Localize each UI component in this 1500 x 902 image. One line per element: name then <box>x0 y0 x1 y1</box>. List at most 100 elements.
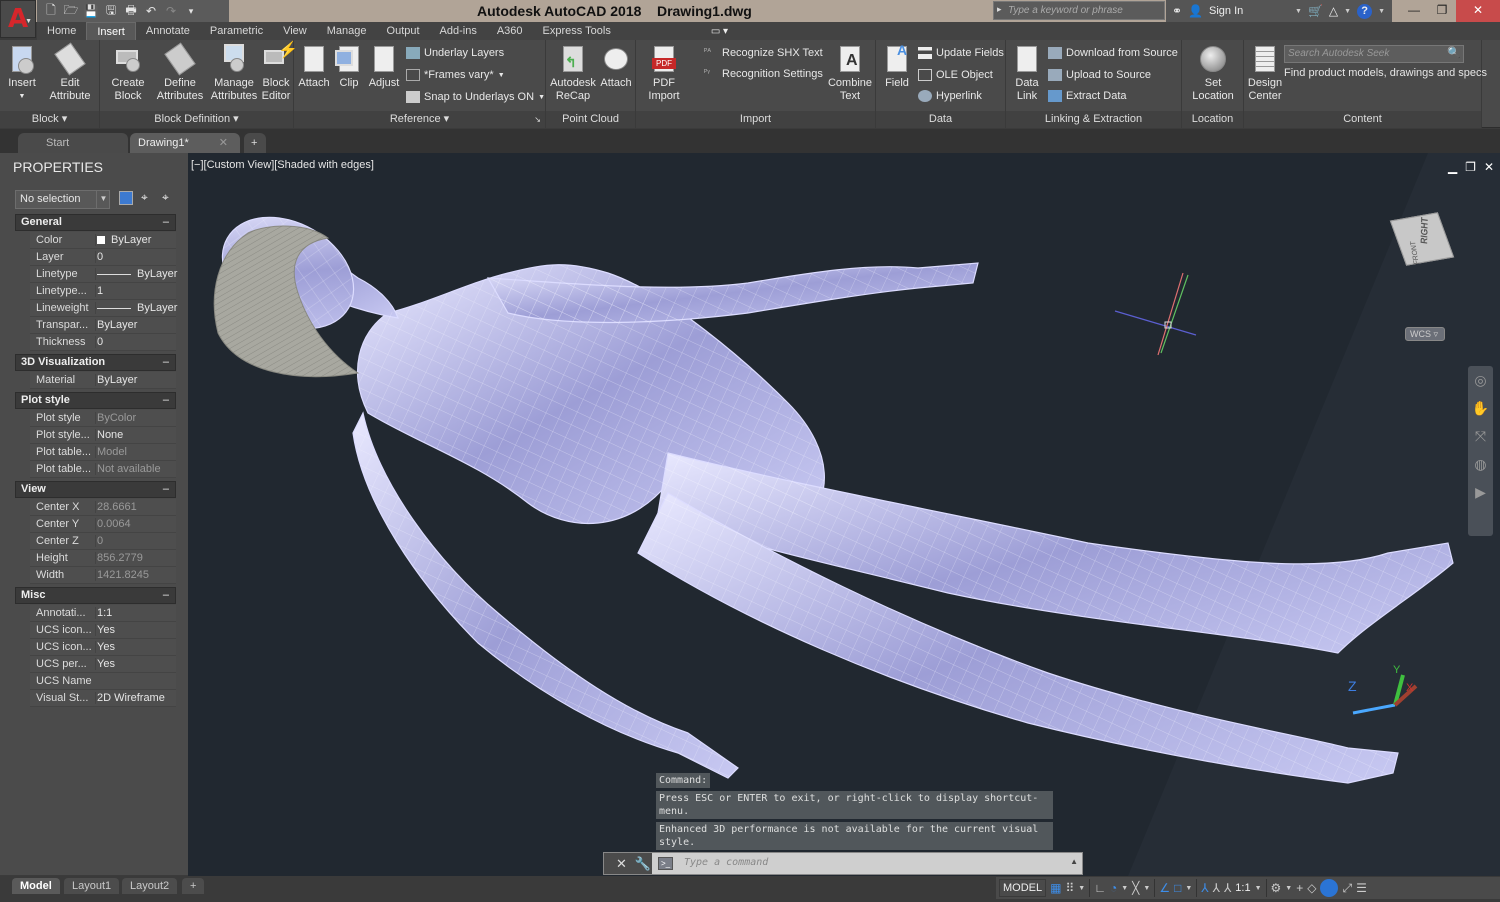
steering-wheel-icon[interactable]: ◎ <box>1468 366 1493 394</box>
property-value[interactable]: 1421.8245 <box>95 569 149 581</box>
a360-icon[interactable]: △ <box>1329 4 1338 18</box>
field-button[interactable]: A Field <box>880 43 914 90</box>
property-value[interactable]: Yes <box>95 641 115 653</box>
collapse-icon[interactable]: – <box>163 588 169 603</box>
data-link-button[interactable]: Data Link <box>1010 44 1044 103</box>
edit-attribute-button[interactable]: Edit Attribute <box>44 42 96 103</box>
chevron-down-icon[interactable]: ▼ <box>1143 885 1150 892</box>
point-cloud-attach-button[interactable]: Attach <box>598 44 634 90</box>
chevron-down-icon[interactable]: ▼ <box>96 190 110 209</box>
hyperlink-button[interactable]: Hyperlink <box>918 90 982 102</box>
property-value[interactable]: Not available <box>95 463 161 475</box>
wcs-menu[interactable]: WCS ▿ <box>1405 327 1445 341</box>
binoculars-icon[interactable]: ⚭ <box>1172 4 1182 18</box>
undo-icon[interactable]: ↶ <box>143 4 159 18</box>
property-section-header[interactable]: View – <box>15 481 176 498</box>
set-location-button[interactable]: Set Location <box>1186 44 1240 103</box>
viewport-controls-label[interactable]: [−][Custom View][Shaded with edges] <box>191 159 374 171</box>
download-from-source-button[interactable]: Download from Source <box>1048 47 1178 59</box>
property-row[interactable]: UCS per... Yes <box>30 656 176 673</box>
panel-title-block-definition[interactable]: Block Definition ▾ <box>100 111 293 128</box>
tab-view[interactable]: View <box>273 22 317 40</box>
frames-vary-dropdown[interactable]: *Frames vary* ▼ <box>406 69 505 81</box>
clip-button[interactable]: Clip <box>334 44 364 90</box>
customize-menu-icon[interactable]: ☰ <box>1356 881 1367 895</box>
property-row[interactable]: Linetype... 1 <box>30 283 176 300</box>
ortho-icon[interactable]: ∟ <box>1094 881 1106 895</box>
attach-button[interactable]: Attach <box>296 44 332 90</box>
annotation-scale-icon[interactable]: ⅄ <box>1224 881 1231 895</box>
new-layout-button[interactable]: + <box>182 878 205 894</box>
property-row[interactable]: Center X 28.6661 <box>30 499 176 516</box>
annotation-monitor-icon[interactable]: + <box>1296 881 1303 895</box>
define-attributes-button[interactable]: Define Attributes <box>154 42 206 103</box>
extract-data-button[interactable]: Extract Data <box>1048 90 1127 102</box>
isodraft-icon[interactable]: ╳ <box>1132 881 1139 895</box>
polar-tracking-icon[interactable]: ◔ <box>1110 881 1117 895</box>
property-value[interactable]: ByLayer <box>95 319 137 331</box>
snap-mode-icon[interactable]: ⠿ <box>1065 881 1074 895</box>
property-row[interactable]: Thickness 0 <box>30 334 176 351</box>
plot-icon[interactable]: 🖶 <box>123 1 139 22</box>
pdf-import-button[interactable]: PDF PDF Import <box>642 44 686 103</box>
underlay-layers-button[interactable]: Underlay Layers <box>406 47 504 59</box>
property-row[interactable]: Transpar... ByLayer <box>30 317 176 334</box>
property-row[interactable]: Linetype ByLayer <box>30 266 177 283</box>
autodesk-recap-button[interactable]: ↰ Autodesk ReCap <box>548 44 598 103</box>
chevron-down-icon[interactable]: ▼ <box>1285 885 1292 892</box>
cart-icon[interactable]: 🛒 <box>1308 4 1323 18</box>
property-value[interactable]: 856.2779 <box>95 552 143 564</box>
update-fields-button[interactable]: Update Fields <box>918 47 1004 59</box>
property-row[interactable]: UCS icon... Yes <box>30 622 176 639</box>
property-row[interactable]: Plot table... Model <box>30 444 176 461</box>
property-row[interactable]: Center Z 0 <box>30 533 176 550</box>
ribbon-minimize-toggle[interactable]: ▭ ▾ <box>711 26 728 37</box>
property-row[interactable]: Plot style... None <box>30 427 176 444</box>
property-row[interactable]: Lineweight ByLayer <box>30 300 177 317</box>
annotation-scale-value[interactable]: 1:1 <box>1235 882 1250 894</box>
property-row[interactable]: UCS Name <box>30 673 176 690</box>
panel-title-block[interactable]: Block ▾ <box>0 111 99 128</box>
viewcube-face-right[interactable]: RIGHT <box>1419 217 1430 245</box>
open-icon[interactable]: 🗁 <box>63 1 79 22</box>
zoom-extents-icon[interactable]: ⤧ <box>1468 422 1493 450</box>
property-value[interactable]: ByLayer <box>95 268 177 280</box>
quick-select-icon[interactable]: ⌖ <box>162 190 169 205</box>
tab-manage[interactable]: Manage <box>317 22 377 40</box>
layout-tab-layout1[interactable]: Layout1 <box>64 878 120 894</box>
property-value[interactable]: Yes <box>95 624 115 636</box>
property-value[interactable]: Model <box>95 446 127 458</box>
customize-wrench-icon[interactable]: 🔧 <box>635 856 651 872</box>
recognize-shx-button[interactable]: ᴾᴬ Recognize SHX Text <box>704 47 823 59</box>
viewcube-face-front[interactable]: FRONT <box>1410 241 1421 264</box>
chevron-down-icon[interactable]: ▼ <box>1295 8 1302 15</box>
select-objects-icon[interactable]: ⌖ <box>141 190 148 205</box>
chevron-down-icon[interactable]: ▼ <box>1378 8 1385 15</box>
drawing-viewport[interactable]: Z Y X [−][Custom View][Shaded with edges… <box>188 153 1500 876</box>
sign-in-button[interactable]: Sign In <box>1209 5 1289 17</box>
property-row[interactable]: Visual St... 2D Wireframe <box>30 690 176 707</box>
property-row[interactable]: Center Y 0.0064 <box>30 516 176 533</box>
block-editor-button[interactable]: ⚡ Block Editor <box>260 43 298 103</box>
collapse-icon[interactable]: – <box>163 355 169 370</box>
hardware-acceleration-icon[interactable] <box>1320 879 1339 897</box>
object-snap-tracking-icon[interactable]: ∠ <box>1159 881 1170 895</box>
tab-a360[interactable]: A360 <box>487 22 533 40</box>
property-row[interactable]: Height 856.2779 <box>30 550 176 567</box>
save-as-icon[interactable]: 🖫 <box>103 1 119 22</box>
property-value[interactable]: 0.0064 <box>95 518 131 530</box>
redo-icon[interactable]: ↷ <box>163 4 179 18</box>
close-viewport-icon[interactable]: ✕ <box>1484 160 1494 174</box>
panel-title-reference[interactable]: Reference ▾ ↘ <box>294 111 545 128</box>
property-value[interactable]: 28.6661 <box>95 501 137 513</box>
property-row[interactable]: Plot table... Not available <box>30 461 176 478</box>
layout-tab-layout2[interactable]: Layout2 <box>122 878 178 894</box>
tab-express-tools[interactable]: Express Tools <box>533 22 621 40</box>
help-icon[interactable]: ? <box>1357 3 1373 19</box>
tab-add-ins[interactable]: Add-ins <box>430 22 487 40</box>
property-row[interactable]: Layer 0 <box>30 249 176 266</box>
property-section-header[interactable]: General – <box>15 214 176 231</box>
property-value[interactable]: ByLayer <box>95 234 151 246</box>
insert-button[interactable]: Insert ▼ <box>4 44 40 103</box>
tab-insert[interactable]: Insert <box>86 22 136 40</box>
